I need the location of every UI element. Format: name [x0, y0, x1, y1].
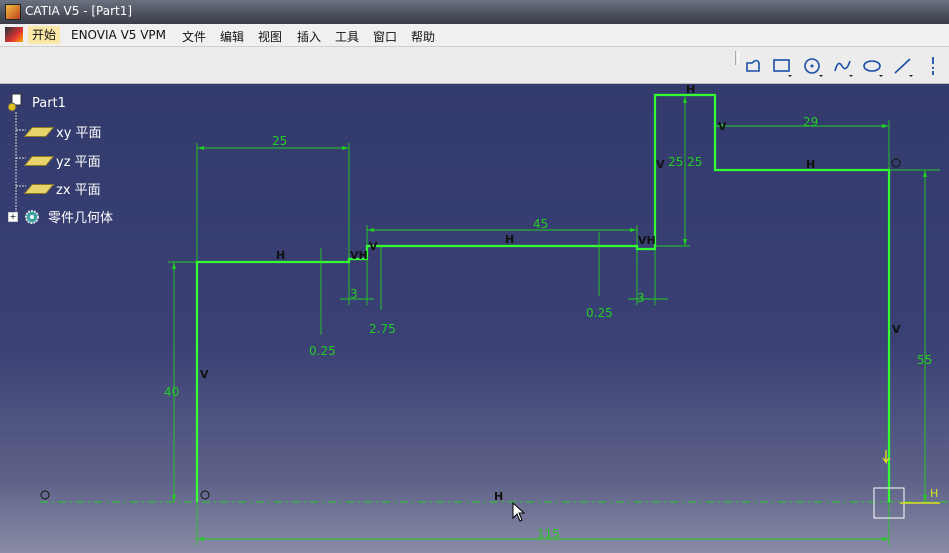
constraint-h: H — [276, 249, 285, 262]
dim-3-left: 3 — [350, 287, 358, 301]
menu-tools[interactable]: 工具 — [335, 28, 359, 45]
catia-app-icon — [5, 4, 21, 20]
title-bar: CATIA V5 - [Part1] — [0, 0, 949, 24]
constraint-v: V — [656, 158, 665, 171]
body-gear-icon — [22, 208, 42, 226]
menu-start[interactable]: 开始 — [28, 26, 61, 44]
dim-55: 55 — [917, 353, 932, 367]
menu-bar: 开始 ENOVIA V5 VPM 文件 编辑 视图 插入 工具 窗口 帮助 — [0, 24, 949, 47]
part-icon — [6, 93, 28, 113]
constraint-v: V — [200, 368, 209, 381]
profile-icon[interactable] — [743, 55, 765, 77]
tree-root-label: Part1 — [32, 95, 66, 111]
rectangle-icon[interactable] — [771, 55, 793, 77]
constraint-vh: VH — [638, 234, 656, 247]
catia-logo-icon[interactable] — [5, 27, 23, 42]
dim-3-right: 3 — [637, 291, 645, 305]
dim-0-25-right: 0.25 — [586, 306, 613, 320]
dim-40: 40 — [164, 385, 179, 399]
dim-115: 115 — [537, 527, 560, 541]
tree-item-zx-plane[interactable]: zx 平面 — [23, 179, 101, 198]
ellipse-icon[interactable] — [862, 55, 884, 77]
dim-25-25: 25.25 — [668, 155, 702, 169]
tree-root-part1[interactable]: Part1 — [6, 93, 66, 113]
constraint-labels: H H H H H V V V V V VH VH — [200, 84, 901, 503]
window-title: CATIA V5 - [Part1] — [25, 4, 133, 18]
point-icon[interactable] — [200, 490, 210, 500]
menu-help[interactable]: 帮助 — [411, 28, 435, 45]
mouse-cursor-icon — [512, 502, 526, 522]
dim-45: 45 — [533, 217, 548, 231]
tree-item-label: zx 平面 — [56, 183, 101, 198]
menu-file[interactable]: 文件 — [182, 28, 206, 45]
tree-item-label: 零件几何体 — [48, 211, 114, 226]
constraint-v: V — [718, 120, 727, 133]
plane-icon — [23, 183, 55, 194]
circle-icon[interactable] — [802, 55, 824, 77]
sketch-drawing[interactable]: 25 45 29 25.25 3 2.75 0.25 3 0.25 40 55 … — [0, 84, 949, 553]
constraint-h: H — [686, 84, 695, 96]
toolbar-separator — [735, 51, 739, 65]
constraint-h: H — [494, 490, 503, 503]
dim-0-25-left: 0.25 — [309, 344, 336, 358]
menu-insert[interactable]: 插入 — [297, 28, 321, 45]
dimension-labels: 25 45 29 25.25 3 2.75 0.25 3 0.25 40 55 … — [164, 115, 932, 541]
point-icon[interactable] — [891, 158, 901, 168]
constraint-v: V — [892, 323, 901, 336]
constraint-vh: VH — [350, 249, 368, 262]
tree-item-body[interactable]: + 零件几何体 — [8, 207, 113, 226]
tree-item-yz-plane[interactable]: yz 平面 — [23, 151, 101, 170]
menu-view[interactable]: 视图 — [258, 28, 282, 45]
plane-icon — [23, 126, 55, 137]
expand-plus-icon[interactable]: + — [8, 211, 18, 222]
line-icon[interactable] — [892, 55, 914, 77]
dim-25: 25 — [272, 134, 287, 148]
origin-point-icon[interactable] — [40, 490, 50, 500]
tree-item-xy-plane[interactable]: xy 平面 — [23, 122, 102, 141]
dim-2-75: 2.75 — [369, 322, 396, 336]
sketch-profile[interactable] — [195, 93, 891, 502]
menu-window[interactable]: 窗口 — [373, 28, 397, 45]
axis-icon[interactable] — [922, 55, 944, 77]
constraint-h-yellow: H — [930, 487, 938, 500]
menu-edit[interactable]: 编辑 — [220, 28, 244, 45]
plane-icon — [23, 155, 55, 166]
dim-29: 29 — [803, 115, 818, 129]
sketch-toolbar — [0, 47, 949, 84]
spline-icon[interactable] — [832, 55, 854, 77]
tree-item-label: yz 平面 — [56, 155, 101, 170]
constraint-h: H — [806, 158, 815, 171]
constraint-h: H — [505, 233, 514, 246]
menu-enovia[interactable]: ENOVIA V5 VPM — [71, 28, 166, 42]
constraint-v: V — [369, 240, 378, 253]
tree-item-label: xy 平面 — [56, 126, 102, 141]
